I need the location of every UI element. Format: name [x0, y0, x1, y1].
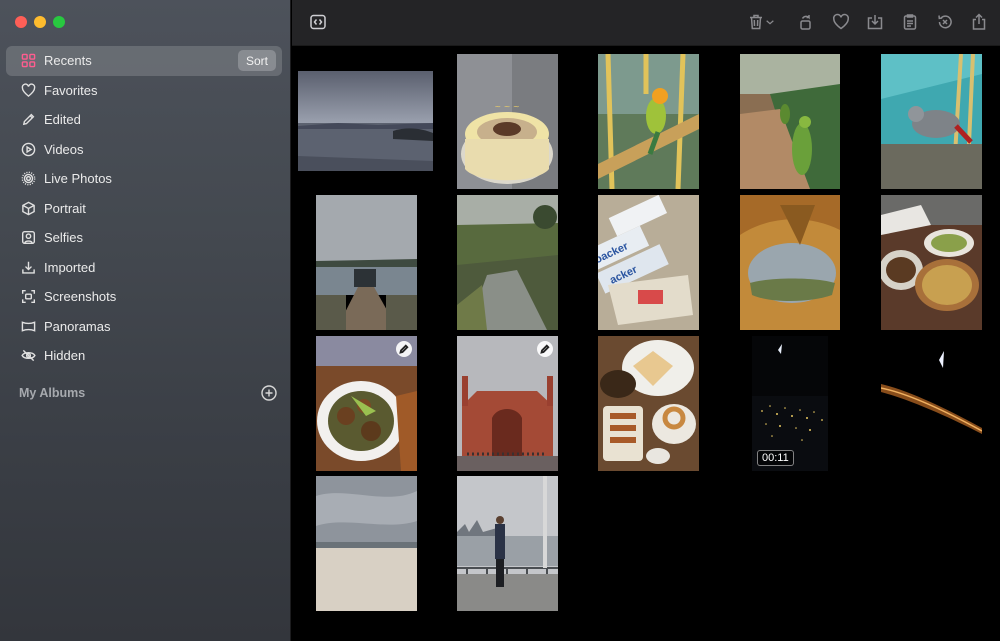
pencil-icon — [540, 344, 550, 354]
sidebar-item-label: Videos — [44, 141, 84, 157]
edited-badge — [396, 341, 412, 357]
info-icon — [903, 14, 917, 30]
toolbar — [292, 0, 1000, 46]
sidebar-item-label: Favorites — [44, 82, 98, 98]
sidebar-item-label: Edited — [44, 112, 81, 128]
photo-night-aerial[interactable] — [881, 336, 982, 471]
share-button[interactable] — [969, 12, 989, 32]
svg-text:~ ~ ~: ~ ~ ~ — [494, 102, 519, 111]
rotate-icon — [800, 15, 811, 30]
photo-cloudy-beach[interactable] — [316, 476, 417, 611]
edited-badge — [537, 341, 553, 357]
pencil-icon — [20, 112, 36, 128]
photo-stream-greenery[interactable] — [457, 195, 558, 330]
export-button[interactable] — [865, 12, 885, 32]
share-icon — [972, 13, 986, 30]
revert-icon — [938, 15, 952, 29]
window-controls — [15, 16, 65, 28]
delete-button[interactable] — [746, 12, 766, 32]
my-albums-section: My Albums — [19, 384, 277, 402]
photo-parrot-cage[interactable] — [598, 54, 699, 189]
sidebar-item-label: Panoramas — [44, 318, 111, 334]
photo-grid: ~ ~ ~ oacker acker 00:11 — [292, 46, 1000, 641]
chevron-down-icon — [766, 20, 774, 25]
minimize-window-button[interactable] — [34, 16, 46, 28]
eye-slash-icon — [20, 348, 36, 364]
revert-button[interactable] — [935, 12, 955, 32]
photo-man-waterfront[interactable] — [457, 476, 558, 611]
photo-grey-parrot[interactable] — [881, 54, 982, 189]
sidebar-item-selfies[interactable]: Selfies — [6, 223, 282, 253]
add-album-button[interactable] — [261, 385, 277, 401]
sidebar-item-recents[interactable]: Recents Sort — [6, 46, 282, 76]
grid-icon — [20, 53, 36, 69]
sidebar-item-favorites[interactable]: Favorites — [6, 76, 282, 106]
sidebar-item-portrait[interactable]: Portrait — [6, 194, 282, 224]
photo-food-table[interactable] — [881, 195, 982, 330]
sidebar-item-imported[interactable]: Imported — [6, 253, 282, 283]
sidebar: Recents Sort Favorites Edited Videos Liv… — [0, 0, 291, 641]
photo-parrots-walkway[interactable] — [740, 54, 840, 189]
pencil-icon — [399, 344, 409, 354]
photo-jetty-lake[interactable] — [316, 195, 417, 330]
delete-menu-button[interactable] — [764, 12, 776, 32]
sidebar-item-label: Live Photos — [44, 171, 112, 187]
sidebar-item-edited[interactable]: Edited — [6, 105, 282, 135]
favorite-button[interactable] — [831, 12, 851, 32]
sidebar-item-label: Imported — [44, 259, 96, 275]
photo-chickpea-plate[interactable] — [316, 336, 417, 471]
sort-button[interactable]: Sort — [237, 50, 276, 71]
screenshot-icon — [20, 289, 36, 305]
sidebar-item-panoramas[interactable]: Panoramas — [6, 312, 282, 342]
trash-icon — [750, 14, 762, 30]
live-photo-icon — [20, 171, 36, 187]
plus-circle-icon — [261, 385, 277, 401]
sidebar-toggle-button[interactable] — [308, 12, 328, 32]
photo-birthday-cake[interactable]: ~ ~ ~ — [457, 54, 558, 189]
close-window-button[interactable] — [15, 16, 27, 28]
maximize-window-button[interactable] — [53, 16, 65, 28]
sidebar-item-label: Portrait — [44, 200, 86, 216]
sidebar-toggle-icon — [310, 14, 326, 30]
panorama-icon — [20, 318, 36, 334]
photo-lake-misty[interactable] — [298, 71, 433, 171]
person-square-icon — [20, 230, 36, 246]
photo-loacker-wafers[interactable]: oacker acker — [598, 195, 699, 330]
sidebar-item-label: Selfies — [44, 230, 84, 246]
sidebar-item-screenshots[interactable]: Screenshots — [6, 282, 282, 312]
play-circle-icon — [20, 141, 36, 157]
sidebar-item-hidden[interactable]: Hidden — [6, 341, 282, 371]
sidebar-item-label: Screenshots — [44, 289, 117, 305]
import-icon — [20, 259, 36, 275]
sidebar-item-label: Hidden — [44, 348, 86, 364]
rotate-button[interactable] — [796, 12, 816, 32]
heart-icon — [20, 82, 36, 98]
sidebar-item-live-photos[interactable]: Live Photos — [6, 164, 282, 194]
sidebar-item-videos[interactable]: Videos — [6, 135, 282, 165]
heart-icon — [832, 13, 850, 30]
photo-dosa-thali[interactable] — [598, 336, 699, 471]
info-button[interactable] — [900, 12, 920, 32]
photo-night-city-video[interactable]: 00:11 — [752, 336, 828, 471]
sidebar-nav: Recents Sort Favorites Edited Videos Liv… — [6, 46, 282, 371]
my-albums-label[interactable]: My Albums — [19, 386, 85, 400]
export-icon — [867, 15, 883, 30]
cube-icon — [20, 200, 36, 216]
photo-red-fort-mosque[interactable] — [457, 336, 558, 471]
sidebar-item-label: Recents — [44, 53, 92, 69]
photo-tent-window-view[interactable] — [740, 195, 840, 330]
video-duration-badge: 00:11 — [757, 450, 794, 466]
